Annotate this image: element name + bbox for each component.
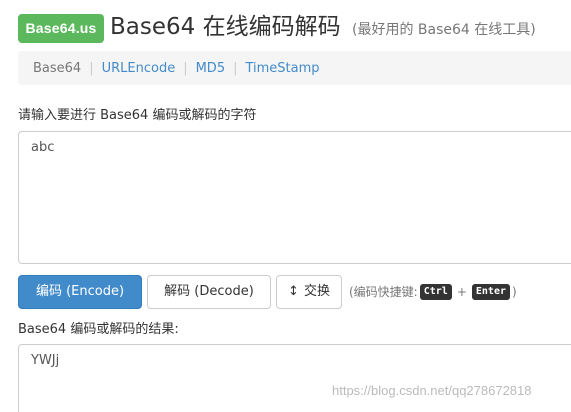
nav-separator: | [89, 60, 94, 76]
watermark-text: https://blog.csdn.net/qq278672818 [332, 383, 532, 398]
shortcut-plus: + [456, 284, 467, 299]
nav-item-timestamp[interactable]: TimeStamp [245, 61, 319, 76]
site-logo[interactable]: Base64.us [18, 14, 104, 43]
nav-separator: | [233, 60, 238, 76]
shortcut-hint: (编码快捷键: Ctrl + Enter ) [349, 283, 517, 300]
kbd-enter: Enter [471, 283, 510, 300]
input-label: 请输入要进行 Base64 编码或解码的字符 [18, 108, 257, 123]
swap-arrows-icon: ↕ [288, 284, 299, 299]
encode-button[interactable]: 编码 (Encode) [18, 275, 142, 309]
kbd-ctrl: Ctrl [419, 283, 452, 300]
shortcut-suffix: ) [512, 284, 517, 299]
input-textarea[interactable]: abc [18, 131, 571, 264]
nav-item-base64[interactable]: Base64 [33, 61, 81, 76]
page-subtitle: (最好用的 Base64 在线工具) [352, 22, 536, 38]
output-textarea[interactable]: YWJj [18, 344, 571, 412]
swap-button[interactable]: ↕ 交换 [276, 275, 342, 309]
swap-button-label: 交换 [303, 284, 330, 299]
nav-item-md5[interactable]: MD5 [196, 61, 226, 76]
shortcut-prefix: (编码快捷键: [349, 285, 418, 299]
page-title: Base64 在线编码解码 [110, 14, 341, 40]
output-label: Base64 编码或解码的结果: [18, 322, 179, 337]
tool-nav: Base64 | URLEncode | MD5 | TimeStamp [18, 51, 571, 85]
nav-item-urlencode[interactable]: URLEncode [102, 61, 176, 76]
nav-separator: | [183, 60, 188, 76]
decode-button[interactable]: 解码 (Decode) [147, 275, 271, 309]
